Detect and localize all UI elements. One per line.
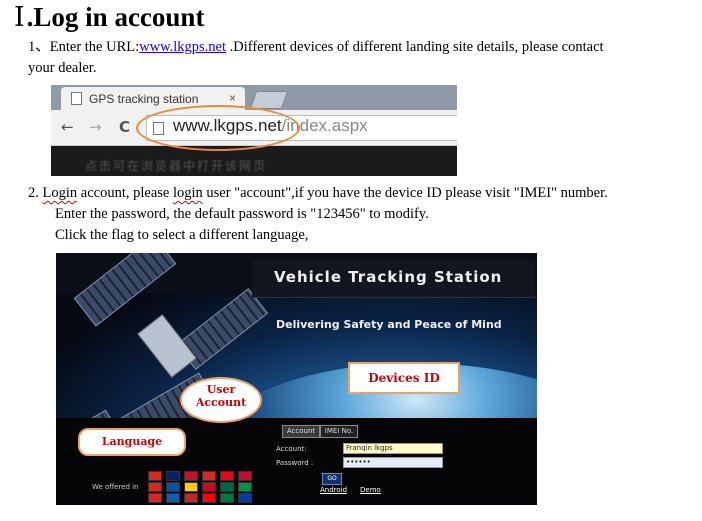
url-highlight-oval	[136, 105, 300, 151]
back-arrow-icon[interactable]: ←	[61, 118, 74, 136]
language-flag-icon[interactable]	[166, 482, 180, 492]
browser-tab-title: GPS tracking station	[89, 92, 199, 106]
language-flag-icon[interactable]	[184, 493, 198, 503]
browser-screenshot: GPS tracking station × ← → C www.lkgps.n…	[51, 85, 457, 176]
tab-account[interactable]: Account	[282, 425, 320, 438]
close-tab-icon[interactable]: ×	[229, 91, 236, 105]
account-label: Account:	[276, 445, 307, 453]
language-flag-icon[interactable]	[202, 482, 216, 492]
page-heading: Ⅰ.Log in account	[14, 2, 204, 33]
blurred-text: 点击可在浏览器中打开该网页	[85, 159, 268, 173]
step1-rest: .Different devices of different landing …	[226, 39, 604, 55]
callout-devices-id: Devices ID	[348, 362, 460, 394]
android-link[interactable]: Android	[320, 486, 347, 494]
account-input[interactable]: Franqin lkgps	[343, 443, 443, 454]
language-flag-icon[interactable]	[148, 482, 162, 492]
offered-in-label: We offered in	[92, 483, 139, 491]
language-flag-icon[interactable]	[202, 471, 216, 481]
language-flag-icon[interactable]	[238, 471, 252, 481]
language-flag-icon[interactable]	[238, 493, 252, 503]
language-flag-icon[interactable]	[148, 471, 162, 481]
step2-line3: Click the flag to select a different lan…	[55, 227, 309, 243]
vts-title: Vehicle Tracking Station	[274, 268, 503, 286]
language-flags	[148, 471, 258, 503]
language-flag-icon[interactable]	[220, 493, 234, 503]
language-flag-icon[interactable]	[166, 493, 180, 503]
password-label: Password :	[276, 459, 314, 467]
password-input[interactable]: ••••••	[343, 457, 443, 468]
step2-line2: Enter the password, the default password…	[55, 206, 429, 222]
roman-numeral: Ⅰ	[14, 2, 25, 32]
vts-tagline: Delivering Safety and Peace of Mind	[276, 318, 502, 331]
language-flag-icon[interactable]	[148, 493, 162, 503]
demo-link[interactable]: Demo	[360, 486, 381, 494]
heading-title: .Log in account	[26, 2, 205, 32]
reload-icon[interactable]: C	[119, 118, 130, 136]
go-button[interactable]: GO	[322, 473, 342, 485]
callout-user-account: User Account	[180, 377, 262, 423]
language-flag-icon[interactable]	[166, 471, 180, 481]
step1-prefix: 1、Enter the URL:	[28, 39, 140, 55]
language-flag-icon[interactable]	[220, 471, 234, 481]
lkgps-link[interactable]: www.lkgps.net	[139, 39, 226, 55]
callout-language: Language	[78, 428, 186, 456]
step2-line1: 2. Login account, please login user "acc…	[28, 185, 608, 201]
language-flag-icon[interactable]	[238, 482, 252, 492]
page-icon	[71, 92, 82, 105]
vts-header: Vehicle Tracking Station	[252, 261, 535, 298]
new-tab-button[interactable]	[249, 91, 289, 109]
step1-line1: 1、Enter the URL:www.lkgps.net .Different…	[28, 37, 604, 58]
forward-arrow-icon[interactable]: →	[89, 118, 102, 136]
language-flag-icon[interactable]	[184, 482, 198, 492]
step1-line2: your dealer.	[28, 60, 97, 76]
language-flag-icon[interactable]	[184, 471, 198, 481]
vts-screenshot: Vehicle Tracking Station Delivering Safe…	[56, 253, 537, 505]
tab-imei[interactable]: IMEI No.	[320, 425, 358, 438]
language-flag-icon[interactable]	[220, 482, 234, 492]
language-flag-icon[interactable]	[202, 493, 216, 503]
